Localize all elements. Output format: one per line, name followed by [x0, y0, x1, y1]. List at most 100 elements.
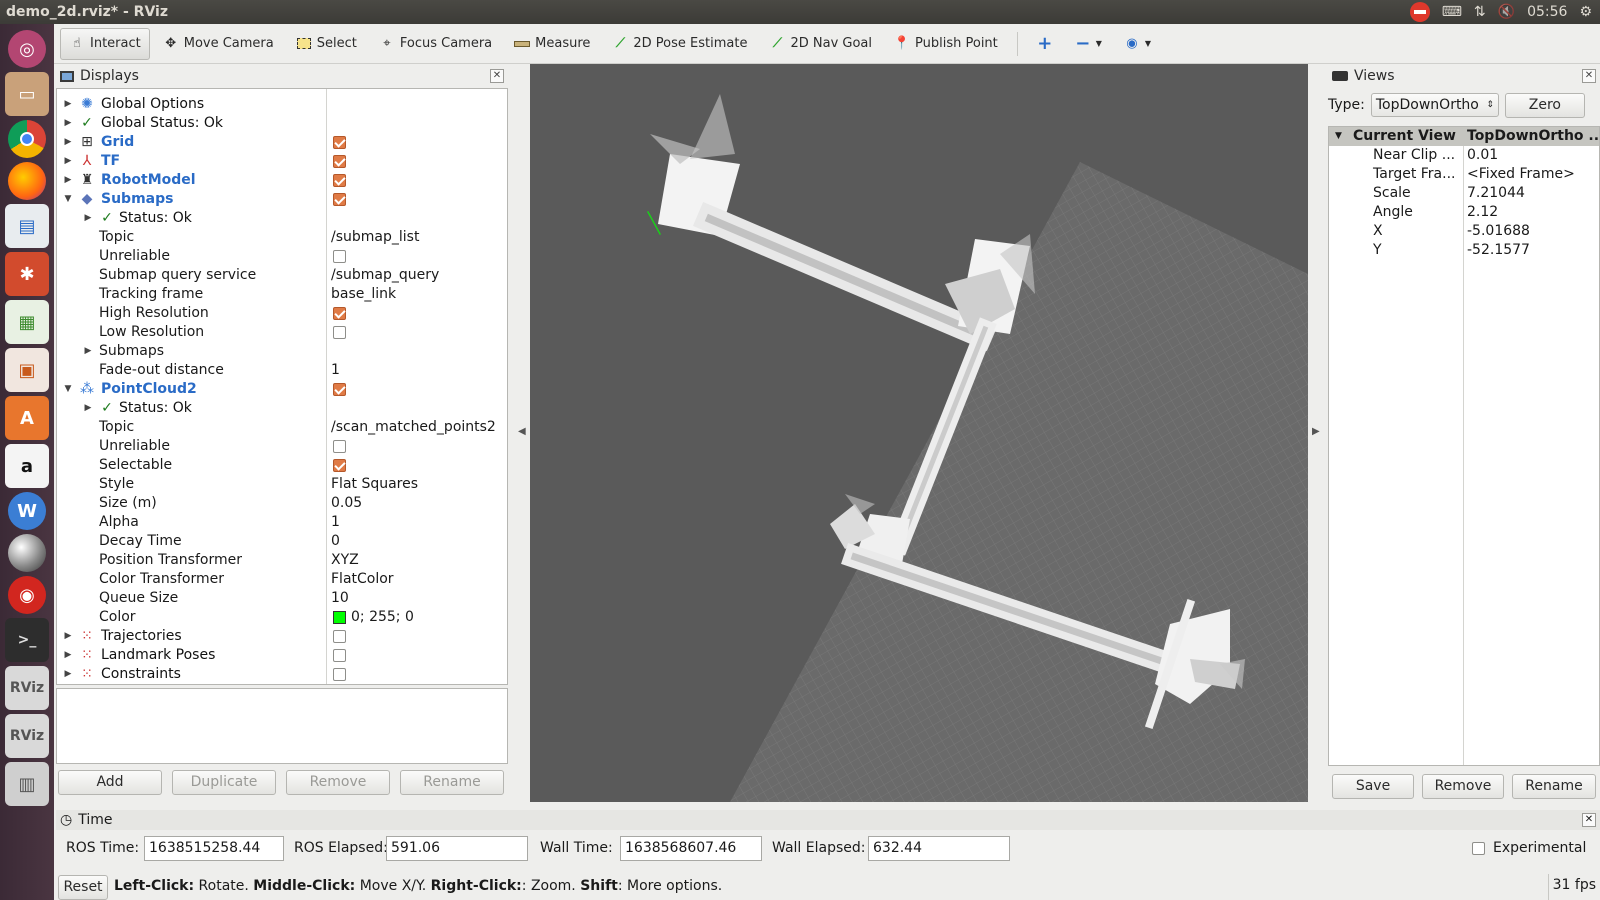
document-viewer-icon[interactable]: ▤	[5, 204, 49, 248]
publish-point-tool[interactable]: 📍 Publish Point	[885, 28, 1007, 60]
enable-checkbox[interactable]	[333, 668, 346, 681]
row-value[interactable]: 0	[331, 532, 340, 551]
prop-value[interactable]: -5.01688	[1467, 222, 1530, 241]
volume-icon[interactable]: 🔇	[1498, 4, 1515, 20]
tree-row-global-options[interactable]: ▶ ✺ Global Options	[57, 95, 507, 114]
expand-arrow-icon[interactable]: ▶	[63, 665, 73, 684]
remove-tool-button[interactable]: − ▼	[1066, 28, 1111, 60]
reset-button[interactable]: Reset	[58, 875, 108, 900]
current-view-row[interactable]: ▼ Current View TopDownOrtho ...	[1329, 127, 1599, 146]
measure-tool[interactable]: Measure	[505, 28, 599, 60]
row-value[interactable]: 1	[331, 513, 340, 532]
tree-row-topic[interactable]: Topic /submap_list	[57, 228, 507, 247]
amazon-icon[interactable]: a	[5, 444, 49, 488]
network-icon[interactable]: ⇅	[1474, 4, 1486, 20]
tree-row-trajectories[interactable]: ▶ ⁙ Trajectories	[57, 627, 507, 646]
2d-nav-goal-tool[interactable]: ⟋ 2D Nav Goal	[760, 28, 881, 60]
tree-row-pc-size[interactable]: Size (m) 0.05	[57, 494, 507, 513]
enable-checkbox[interactable]	[333, 630, 346, 643]
expand-arrow-icon[interactable]: ▶	[63, 627, 73, 646]
expand-arrow-icon[interactable]: ▶	[63, 646, 73, 665]
terminal-icon[interactable]: >_	[5, 618, 49, 662]
tree-row-grid[interactable]: ▶ ⊞ Grid	[57, 133, 507, 152]
move-camera-tool[interactable]: ✥ Move Camera	[154, 28, 283, 60]
enable-checkbox[interactable]	[333, 649, 346, 662]
keyboard-icon[interactable]: ⌨	[1442, 4, 1462, 20]
selectable-checkbox[interactable]	[333, 459, 346, 472]
enable-checkbox[interactable]	[333, 136, 346, 149]
collapse-arrow-icon[interactable]: ▼	[1335, 127, 1342, 146]
tree-row-submaps-sub[interactable]: ▶ Submaps	[57, 342, 507, 361]
close-icon[interactable]: ✕	[1582, 69, 1596, 83]
2d-pose-estimate-tool[interactable]: ⟋ 2D Pose Estimate	[603, 28, 756, 60]
color-swatch[interactable]	[333, 611, 346, 624]
experimental-checkbox[interactable]	[1472, 842, 1485, 855]
tree-row-pointcloud2[interactable]: ▼ ⁂ PointCloud2	[57, 380, 507, 399]
save-view-button[interactable]: Save	[1332, 774, 1414, 799]
enable-checkbox[interactable]	[333, 383, 346, 396]
tree-row-global-status[interactable]: ▶ ✓ Global Status: Ok	[57, 114, 507, 133]
wps-writer-icon[interactable]: W	[8, 492, 46, 530]
tree-row-low-resolution[interactable]: Low Resolution	[57, 323, 507, 342]
sphere-app-icon[interactable]	[8, 534, 46, 572]
tree-row-pc-topic[interactable]: Topic /scan_matched_points2	[57, 418, 507, 437]
row-value[interactable]: 1	[331, 361, 340, 380]
slam-map-canvas[interactable]	[530, 64, 1308, 802]
prop-value[interactable]: <Fixed Frame>	[1467, 165, 1575, 184]
interact-tool[interactable]: ☝ Interact	[60, 27, 150, 60]
enable-checkbox[interactable]	[333, 193, 346, 206]
view-type-select[interactable]: TopDownOrtho ⇕	[1370, 93, 1499, 117]
tree-row-pc-unreliable[interactable]: Unreliable	[57, 437, 507, 456]
focus-camera-tool[interactable]: ⌖ Focus Camera	[370, 28, 501, 60]
tree-row-tracking-frame[interactable]: Tracking frame base_link	[57, 285, 507, 304]
view-prop-y[interactable]: Y -52.1577	[1329, 241, 1599, 260]
row-value[interactable]: /scan_matched_points2	[331, 418, 496, 437]
duplicate-display-button[interactable]: Duplicate	[172, 770, 276, 795]
collapse-arrow-icon[interactable]: ▼	[63, 190, 73, 209]
tree-row-pc-color[interactable]: Color 0; 255; 0	[57, 608, 507, 627]
add-display-button[interactable]: Add	[58, 770, 162, 795]
collapse-right-icon[interactable]: ▶	[1312, 426, 1320, 437]
expand-arrow-icon[interactable]: ▶	[63, 171, 73, 190]
settings-gear-icon[interactable]: ⚙	[1579, 4, 1592, 20]
row-value[interactable]: 0; 255; 0	[351, 608, 414, 627]
view-prop-angle[interactable]: Angle 2.12	[1329, 203, 1599, 222]
tree-row-pc-color-transformer[interactable]: Color Transformer FlatColor	[57, 570, 507, 589]
tree-row-submaps[interactable]: ▼ ◆ Submaps	[57, 190, 507, 209]
expand-arrow-icon[interactable]: ▶	[63, 114, 73, 133]
presentation-icon[interactable]: ▣	[5, 348, 49, 392]
spreadsheet-icon[interactable]: ▦	[5, 300, 49, 344]
stop-icon[interactable]	[1409, 2, 1430, 22]
netease-music-icon[interactable]: ◉	[8, 576, 46, 614]
select-tool[interactable]: Select	[287, 28, 366, 60]
tree-row-unreliable[interactable]: Unreliable	[57, 247, 507, 266]
tree-row-pc-decay-time[interactable]: Decay Time 0	[57, 532, 507, 551]
ros-time-field[interactable]: 1638515258.44	[144, 836, 284, 861]
add-tool-button[interactable]: +	[1028, 28, 1062, 60]
high-resolution-checkbox[interactable]	[333, 307, 346, 320]
tree-row-submap-query-service[interactable]: Submap query service /submap_query	[57, 266, 507, 285]
close-icon[interactable]: ✕	[1582, 813, 1596, 827]
tree-row-pc-queue-size[interactable]: Queue Size 10	[57, 589, 507, 608]
expand-arrow-icon[interactable]: ▶	[63, 133, 73, 152]
row-value[interactable]: /submap_query	[331, 266, 439, 285]
row-value[interactable]: XYZ	[331, 551, 359, 570]
tree-row-landmark-poses[interactable]: ▶ ⁙ Landmark Poses	[57, 646, 507, 665]
view-properties-tree[interactable]: ▼ Current View TopDownOrtho ... Near Cli…	[1328, 126, 1600, 766]
row-value[interactable]: 0.05	[331, 494, 362, 513]
prop-value[interactable]: 7.21044	[1467, 184, 1525, 203]
expand-arrow-icon[interactable]: ▶	[83, 209, 93, 228]
rviz-icon[interactable]: RViz	[5, 666, 49, 710]
tree-row-pc-style[interactable]: Style Flat Squares	[57, 475, 507, 494]
collapse-arrow-icon[interactable]: ▼	[63, 380, 73, 399]
tree-row-fade-out-distance[interactable]: Fade-out distance 1	[57, 361, 507, 380]
software-center-icon[interactable]: A	[5, 396, 49, 440]
row-value[interactable]: 10	[331, 589, 349, 608]
expand-arrow-icon[interactable]: ▶	[83, 399, 93, 418]
system-settings-icon[interactable]: ✱	[5, 252, 49, 296]
close-icon[interactable]: ✕	[490, 69, 504, 83]
view-prop-target-frame[interactable]: Target Fra... <Fixed Frame>	[1329, 165, 1599, 184]
ubuntu-dash-icon[interactable]: ◎	[8, 30, 46, 68]
ros-elapsed-field[interactable]: 591.06	[386, 836, 528, 861]
expand-arrow-icon[interactable]: ▶	[63, 95, 73, 114]
